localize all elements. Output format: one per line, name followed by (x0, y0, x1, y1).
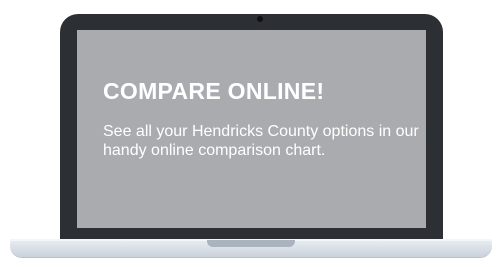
laptop-screen: COMPARE ONLINE! See all your Hendricks C… (77, 30, 426, 228)
body-text: See all your Hendricks County options in… (103, 123, 419, 159)
headline: COMPARE ONLINE! (103, 78, 325, 104)
webcam-icon (257, 16, 263, 22)
laptop-notch (207, 240, 295, 247)
laptop-illustration: COMPARE ONLINE! See all your Hendricks C… (0, 0, 502, 267)
